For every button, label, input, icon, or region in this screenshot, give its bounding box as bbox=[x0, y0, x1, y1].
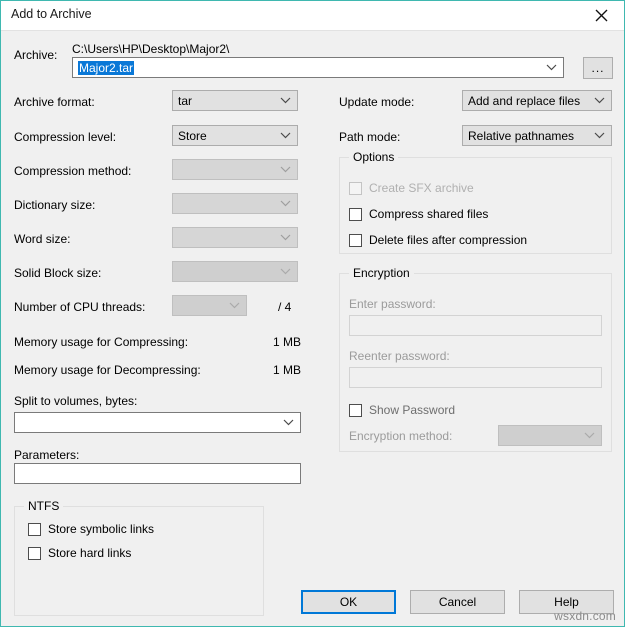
ok-button[interactable]: OK bbox=[301, 590, 396, 614]
chevron-down-icon bbox=[277, 166, 294, 173]
update-mode-select[interactable]: Add and replace files bbox=[462, 90, 612, 111]
reenter-password-label: Reenter password: bbox=[349, 349, 450, 363]
archive-label: Archive: bbox=[14, 48, 57, 62]
word-size-label: Word size: bbox=[14, 232, 70, 246]
checkbox-label: Show Password bbox=[369, 403, 455, 417]
chevron-down-icon[interactable] bbox=[543, 64, 560, 71]
solid-block-size-select bbox=[172, 261, 298, 282]
path-mode-select[interactable]: Relative pathnames bbox=[462, 125, 612, 146]
encryption-method-label: Encryption method: bbox=[349, 429, 452, 443]
split-volumes-label: Split to volumes, bytes: bbox=[14, 394, 137, 408]
checkbox-box bbox=[28, 547, 41, 560]
compression-level-select[interactable]: Store bbox=[172, 125, 298, 146]
checkbox-store-symbolic-links[interactable]: Store symbolic links bbox=[28, 522, 154, 536]
archive-path-prefix: C:\Users\HP\Desktop\Major2\ bbox=[72, 42, 229, 56]
chevron-down-icon bbox=[591, 97, 608, 104]
parameters-label: Parameters: bbox=[14, 448, 79, 462]
ntfs-group-title: NTFS bbox=[24, 499, 63, 513]
archive-format-select[interactable]: tar bbox=[172, 90, 298, 111]
close-glyph bbox=[595, 9, 608, 22]
checkbox-box bbox=[349, 234, 362, 247]
compression-level-label: Compression level: bbox=[14, 130, 116, 144]
chevron-down-icon bbox=[277, 97, 294, 104]
memory-decompressing-value: 1 MB bbox=[221, 363, 301, 377]
chevron-down-icon bbox=[277, 132, 294, 139]
cancel-button[interactable]: Cancel bbox=[410, 590, 505, 614]
word-size-select bbox=[172, 227, 298, 248]
chevron-down-icon bbox=[226, 302, 243, 309]
cpu-threads-select bbox=[172, 295, 247, 316]
update-mode-value: Add and replace files bbox=[468, 94, 591, 108]
solid-block-size-label: Solid Block size: bbox=[14, 266, 101, 280]
update-mode-label: Update mode: bbox=[339, 95, 414, 109]
parameters-input[interactable] bbox=[14, 463, 301, 484]
checkbox-label: Delete files after compression bbox=[369, 233, 527, 247]
checkbox-label: Create SFX archive bbox=[369, 181, 474, 195]
add-to-archive-dialog: Add to Archive Archive: C:\Users\HP\Desk… bbox=[0, 0, 625, 627]
enter-password-label: Enter password: bbox=[349, 297, 436, 311]
cpu-threads-label: Number of CPU threads: bbox=[14, 300, 145, 314]
watermark: wsxdn.com bbox=[554, 609, 616, 623]
archive-format-value: tar bbox=[178, 94, 277, 108]
enter-password-input bbox=[349, 315, 602, 336]
memory-compressing-value: 1 MB bbox=[221, 335, 301, 349]
chevron-down-icon bbox=[277, 200, 294, 207]
checkbox-box bbox=[349, 208, 362, 221]
cpu-threads-total: / 4 bbox=[278, 300, 291, 314]
chevron-down-icon bbox=[277, 268, 294, 275]
split-volumes-input[interactable] bbox=[14, 412, 301, 433]
path-mode-label: Path mode: bbox=[339, 130, 400, 144]
checkbox-store-hard-links[interactable]: Store hard links bbox=[28, 546, 131, 560]
memory-decompressing-label: Memory usage for Decompressing: bbox=[14, 363, 201, 377]
archive-filename-input[interactable]: Major2.tar bbox=[72, 57, 564, 78]
checkbox-compress-shared-files[interactable]: Compress shared files bbox=[349, 207, 488, 221]
archive-format-label: Archive format: bbox=[14, 95, 95, 109]
checkbox-label: Compress shared files bbox=[369, 207, 488, 221]
encryption-method-select bbox=[498, 425, 602, 446]
path-mode-value: Relative pathnames bbox=[468, 129, 591, 143]
chevron-down-icon bbox=[277, 234, 294, 241]
encryption-group-title: Encryption bbox=[349, 266, 414, 280]
reenter-password-input bbox=[349, 367, 602, 388]
chevron-down-icon bbox=[591, 132, 608, 139]
compression-method-label: Compression method: bbox=[14, 164, 131, 178]
compression-method-select bbox=[172, 159, 298, 180]
checkbox-label: Store symbolic links bbox=[48, 522, 154, 536]
close-icon[interactable] bbox=[579, 1, 624, 29]
dictionary-size-label: Dictionary size: bbox=[14, 198, 95, 212]
title-bar: Add to Archive bbox=[1, 1, 624, 31]
chevron-down-icon bbox=[581, 432, 598, 439]
options-group-title: Options bbox=[349, 150, 398, 164]
archive-filename-value: Major2.tar bbox=[78, 61, 543, 75]
memory-compressing-label: Memory usage for Compressing: bbox=[14, 335, 188, 349]
chevron-down-icon[interactable] bbox=[280, 419, 297, 426]
page-title: Add to Archive bbox=[11, 7, 92, 21]
browse-button[interactable]: ... bbox=[583, 57, 613, 79]
checkbox-box bbox=[349, 182, 362, 195]
checkbox-label: Store hard links bbox=[48, 546, 131, 560]
archive-filename-selection: Major2.tar bbox=[78, 61, 134, 75]
checkbox-box bbox=[28, 523, 41, 536]
checkbox-show-password[interactable]: Show Password bbox=[349, 403, 455, 417]
checkbox-box bbox=[349, 404, 362, 417]
checkbox-delete-files-after-compression[interactable]: Delete files after compression bbox=[349, 233, 527, 247]
dictionary-size-select bbox=[172, 193, 298, 214]
compression-level-value: Store bbox=[178, 129, 277, 143]
checkbox-create-sfx-archive: Create SFX archive bbox=[349, 181, 474, 195]
